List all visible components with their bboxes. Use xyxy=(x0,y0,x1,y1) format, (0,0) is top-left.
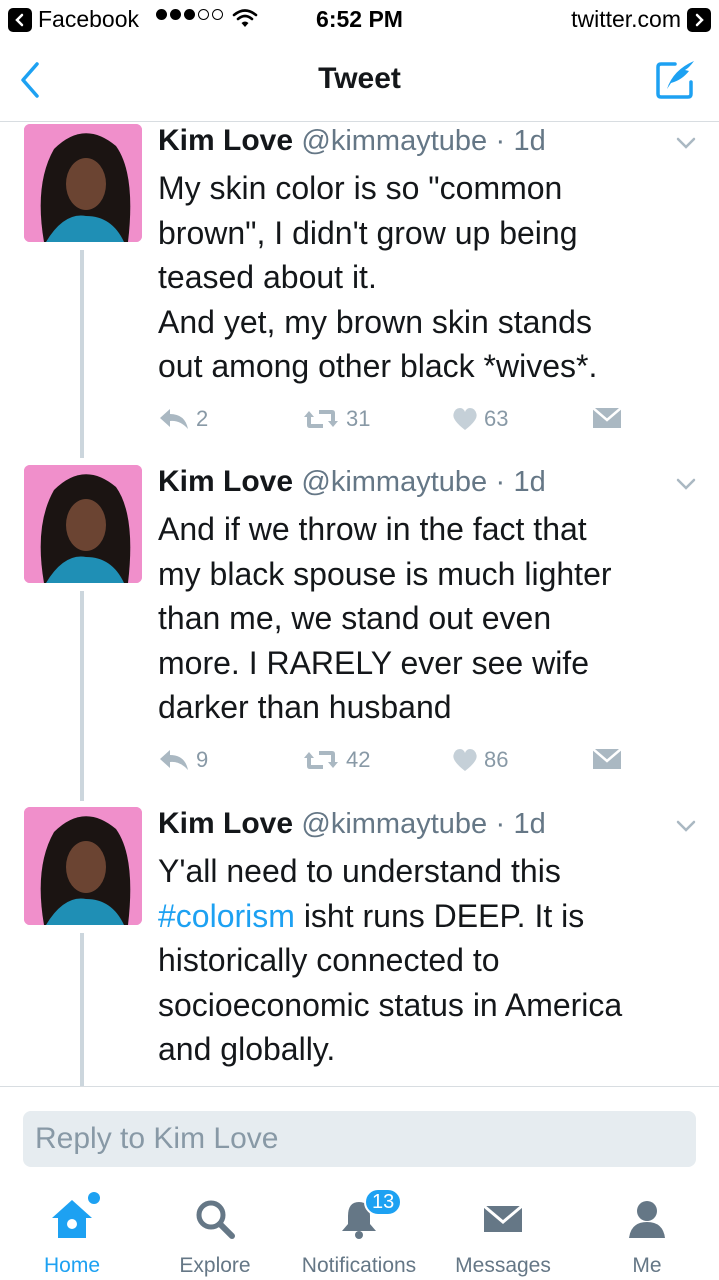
author-name[interactable]: Kim Love xyxy=(158,465,293,498)
tab-home[interactable]: Home xyxy=(0,1192,144,1278)
caret-down-icon[interactable] xyxy=(675,477,697,491)
separator-dot: · xyxy=(495,125,506,157)
tweet-actions: 2 31 63 xyxy=(158,406,628,436)
tab-me[interactable]: Me xyxy=(575,1194,719,1278)
separator-dot: · xyxy=(495,466,506,498)
thread-line xyxy=(80,933,84,1086)
retweet-icon xyxy=(304,410,338,428)
home-icon xyxy=(52,1200,92,1238)
tab-explore[interactable]: Explore xyxy=(143,1194,287,1278)
retweet-icon xyxy=(304,751,338,769)
tab-label: Home xyxy=(43,1254,101,1277)
tab-label: Messages xyxy=(455,1254,551,1277)
tweet-header: Kim Love @kimmaytube · 1d xyxy=(158,124,546,158)
envelope-icon xyxy=(592,748,622,769)
reply-icon xyxy=(160,750,188,770)
search-icon xyxy=(196,1200,235,1239)
tweet-time: 1d xyxy=(513,808,546,840)
tweet-header: Kim Love @kimmaytube · 1d xyxy=(158,465,546,499)
reply-button[interactable]: 2 xyxy=(158,406,208,432)
reply-box[interactable] xyxy=(23,1111,696,1167)
heart-icon xyxy=(453,408,477,430)
tab-label: Explore xyxy=(179,1254,251,1277)
author-handle[interactable]: @kimmaytube xyxy=(301,466,487,498)
compose-tweet-button[interactable] xyxy=(653,56,699,102)
avatar[interactable] xyxy=(24,124,142,242)
author-name[interactable]: Kim Love xyxy=(158,124,293,157)
envelope-icon xyxy=(483,1204,523,1232)
chevron-right-icon xyxy=(687,7,711,32)
tweet[interactable]: Kim Love @kimmaytube · 1d Y'all need to … xyxy=(0,807,719,1086)
envelope-icon xyxy=(592,407,622,428)
reply-count: 9 xyxy=(196,747,209,772)
tweet-header: Kim Love @kimmaytube · 1d xyxy=(158,807,546,841)
like-count: 63 xyxy=(484,406,509,431)
tweet-time: 1d xyxy=(513,466,546,498)
nav-bar: Tweet xyxy=(0,40,719,122)
separator-dot: · xyxy=(495,808,506,840)
notification-badge: 13 xyxy=(364,1188,403,1216)
tweet-text: And if we throw in the fact that my blac… xyxy=(158,511,612,725)
author-name[interactable]: Kim Love xyxy=(158,807,293,840)
avatar[interactable] xyxy=(24,465,142,583)
tweet-text: My skin color is so "common brown", I di… xyxy=(158,170,598,384)
direct-message-button[interactable] xyxy=(592,747,622,771)
reply-bar xyxy=(0,1086,719,1186)
retweet-button[interactable]: 31 xyxy=(302,406,370,432)
tweet[interactable]: Kim Love @kimmaytube · 1d And if we thro… xyxy=(0,465,719,805)
tab-messages[interactable]: Messages xyxy=(431,1194,575,1278)
hashtag-link[interactable]: #colorism xyxy=(158,898,295,934)
author-handle[interactable]: @kimmaytube xyxy=(301,125,487,157)
avatar[interactable] xyxy=(24,807,142,925)
tweet-time: 1d xyxy=(513,125,546,157)
like-count: 86 xyxy=(484,747,509,772)
tab-label: Me xyxy=(632,1254,662,1277)
retweet-count: 42 xyxy=(346,747,371,772)
reply-icon xyxy=(160,409,188,429)
reply-button[interactable]: 9 xyxy=(158,747,208,773)
tab-bar: Home Explore 13 Notifications Messages M… xyxy=(0,1186,719,1280)
reply-count: 2 xyxy=(196,406,209,431)
thread-line xyxy=(80,591,84,801)
like-button[interactable]: 86 xyxy=(452,747,508,773)
caret-down-icon[interactable] xyxy=(675,819,697,833)
forward-app-label: twitter.com xyxy=(571,6,681,32)
like-button[interactable]: 63 xyxy=(452,406,508,432)
reply-input[interactable] xyxy=(23,1111,696,1167)
tweet-actions: 9 42 86 xyxy=(158,747,628,777)
thread-line xyxy=(80,250,84,458)
heart-icon xyxy=(453,749,477,771)
retweet-button[interactable]: 42 xyxy=(302,747,370,773)
new-content-indicator xyxy=(88,1192,100,1204)
caret-down-icon[interactable] xyxy=(675,136,697,150)
tweet[interactable]: Kim Love @kimmaytube · 1d My skin color … xyxy=(0,124,719,464)
tab-notifications[interactable]: 13 Notifications xyxy=(287,1188,431,1278)
direct-message-button[interactable] xyxy=(592,406,622,430)
tweet-text: Y'all need to understand this #colorism … xyxy=(158,853,623,1067)
forward-app-button[interactable]: twitter.com xyxy=(571,6,711,33)
person-icon xyxy=(629,1201,665,1238)
page-title: Tweet xyxy=(318,62,401,95)
tab-label: Notifications xyxy=(301,1254,417,1277)
compose-quill-icon xyxy=(656,61,694,99)
status-bar: Facebook 6:52 PM twitter.com xyxy=(0,0,719,40)
retweet-count: 31 xyxy=(346,406,371,431)
author-handle[interactable]: @kimmaytube xyxy=(301,808,487,840)
